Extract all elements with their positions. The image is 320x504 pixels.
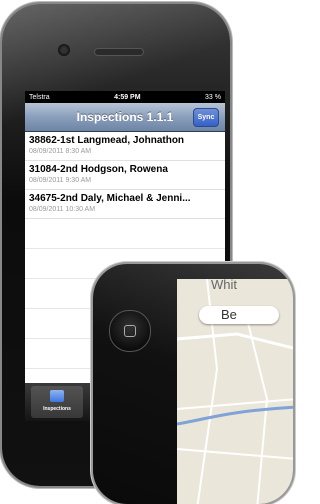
list-item-title: 34675-2nd Daly, Michael & Jenni... xyxy=(29,193,191,204)
map-callout[interactable]: Be xyxy=(199,306,279,324)
tab-inspections[interactable]: Inspections xyxy=(31,386,83,418)
sync-button[interactable]: Sync xyxy=(193,108,219,127)
calendar-icon xyxy=(50,390,64,402)
callout-label: Be xyxy=(221,307,237,322)
list-item-date: 08/09/2011 9:30 AM xyxy=(29,177,92,184)
home-square-icon xyxy=(124,325,136,337)
tab-inspections-label: Inspections xyxy=(43,406,71,412)
front-camera xyxy=(58,44,70,56)
map-view[interactable]: Whit Be xyxy=(177,279,293,504)
earpiece-speaker xyxy=(94,48,144,56)
list-item[interactable]: 34675-2nd Daly, Michael & Jenni... 08/09… xyxy=(25,190,225,219)
list-item-title: 38862-1st Langmead, Johnathon xyxy=(29,135,185,146)
list-item[interactable]: 38862-1st Langmead, Johnathon 08/09/2011… xyxy=(25,132,225,161)
battery-label: 33 % xyxy=(205,93,221,101)
street-label: Whit xyxy=(211,279,237,292)
home-button[interactable] xyxy=(109,310,151,352)
list-item-title: 31084-2nd Hodgson, Rowena xyxy=(29,164,168,175)
status-bar: Telstra 4:59 PM 33 % xyxy=(25,91,225,103)
rear-phone-landscape: Whit Be xyxy=(93,264,293,504)
list-item-date: 08/09/2011 10:30 AM xyxy=(29,206,96,213)
list-item[interactable]: 31084-2nd Hodgson, Rowena 08/09/2011 9:3… xyxy=(25,161,225,190)
empty-row xyxy=(25,219,225,249)
status-time: 4:59 PM xyxy=(114,93,141,101)
list-item-date: 08/09/2011 8:30 AM xyxy=(29,148,92,155)
carrier-label: Telstra xyxy=(29,93,50,101)
navigation-bar: Inspections 1.1.1 Sync xyxy=(25,103,225,132)
